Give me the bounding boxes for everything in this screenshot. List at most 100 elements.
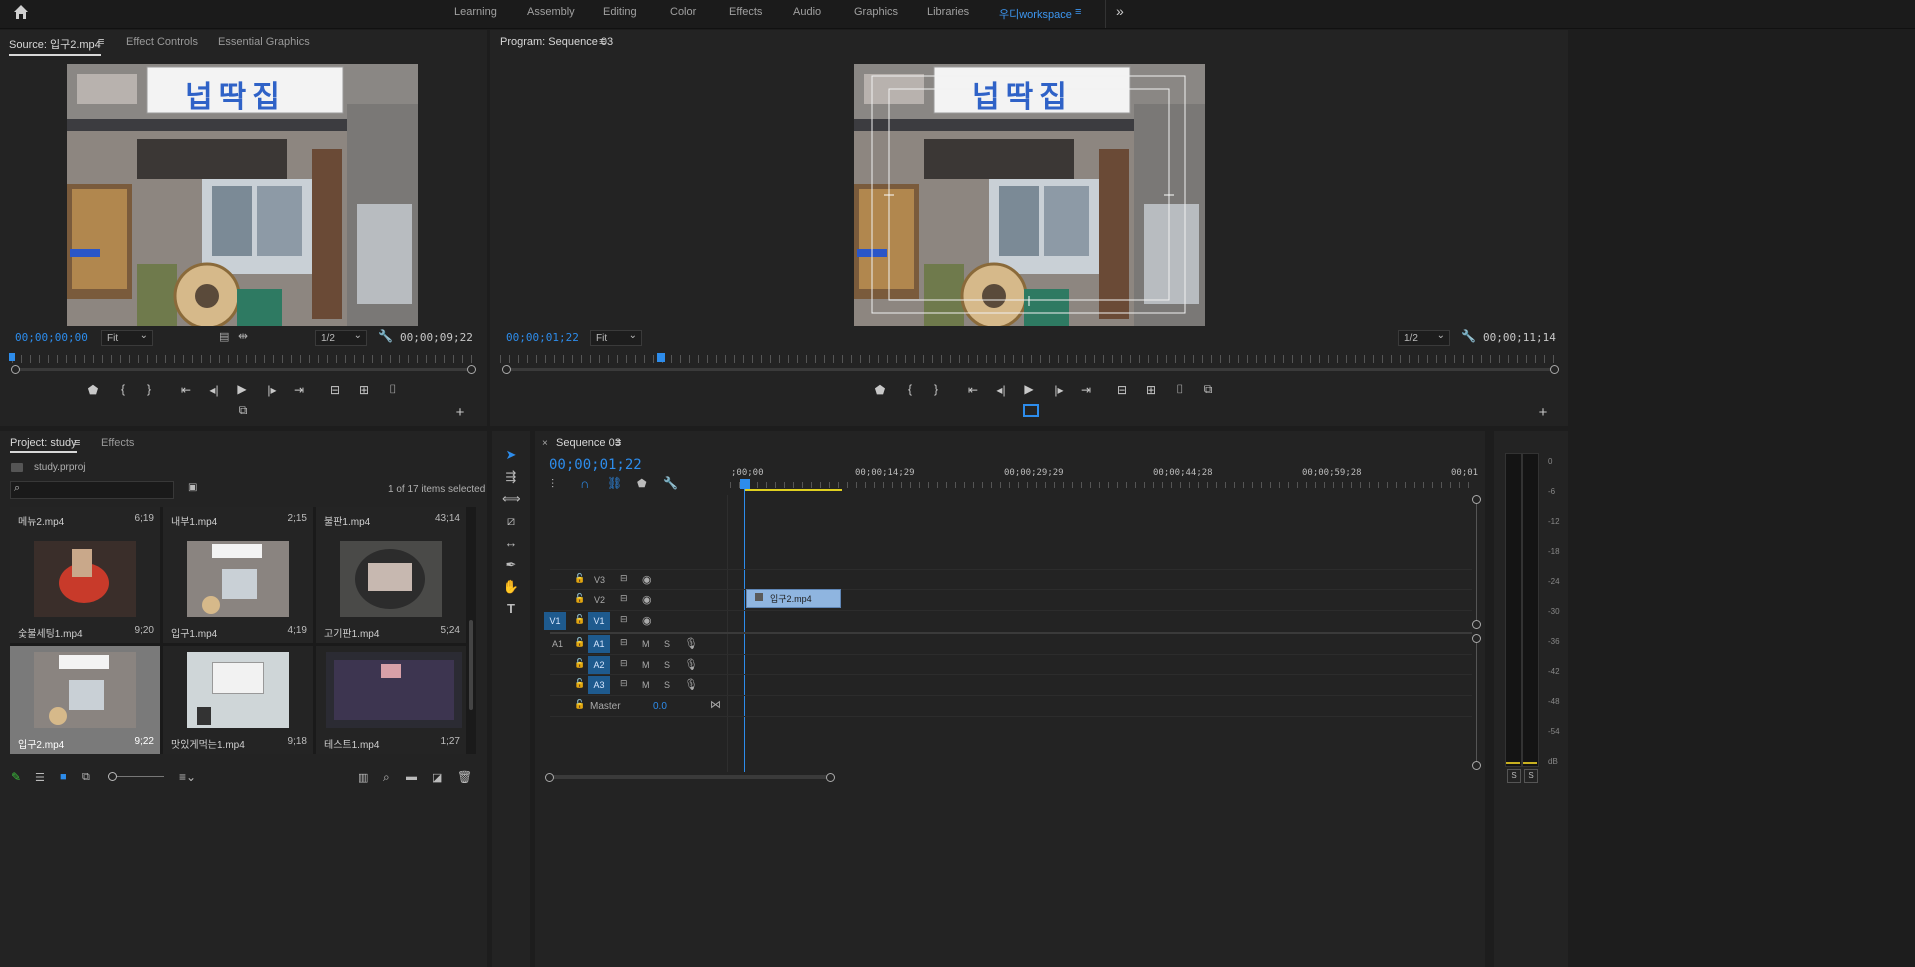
program-monitor-title[interactable]: Program: Sequence 03 [500,36,613,48]
list-item[interactable]: 불판1.mp4 43;14 [316,507,466,535]
program-wrench-icon[interactable]: 🔧 [1461,329,1476,343]
tab-effects[interactable]: Effects [101,437,134,449]
home-icon[interactable] [13,4,29,20]
project-search-input[interactable] [10,481,174,499]
sync-lock-icon[interactable]: ⊟ [620,573,628,584]
lock-icon[interactable]: 🔓 [574,593,585,604]
workspace-tab-color[interactable]: Color [670,6,696,18]
linked-selection-icon[interactable]: ⛓ [607,476,622,490]
safe-margins-icon[interactable] [1023,404,1039,417]
thumbnail-size-slider[interactable] [110,776,164,777]
comparison-icon[interactable]: ⧉ [1200,382,1216,397]
trash-icon[interactable]: 🗑 [457,770,472,784]
source-zoom-dropdown[interactable]: Fit [101,328,153,346]
lock-icon[interactable]: 🔓 [574,637,585,648]
program-mark-in-icon[interactable]: { [902,382,918,396]
solo-button[interactable]: S [664,680,670,690]
freeform-view-icon[interactable]: ⧉ [82,771,90,784]
lock-icon[interactable]: 🔓 [574,678,585,689]
solo-right-button[interactable]: S [1524,769,1538,783]
mark-out-icon[interactable]: } [141,382,157,396]
workspace-tab-learning[interactable]: Learning [454,6,497,18]
tab-essential-graphics[interactable]: Essential Graphics [218,36,310,48]
sync-lock-icon[interactable]: ⊟ [620,614,628,625]
program-step-back-icon[interactable]: ◂| [993,383,1009,397]
source-panel-menu-icon[interactable]: ≡ [98,36,104,48]
solo-left-button[interactable]: S [1507,769,1521,783]
list-item[interactable]: 입구1.mp4 4;19 [163,535,313,643]
timeline-ruler[interactable] [730,482,1470,488]
workspace-tab-libraries[interactable]: Libraries [927,6,969,18]
ripple-edit-tool-icon[interactable]: ⟺ [502,490,521,508]
step-back-icon[interactable]: ◂| [206,383,222,397]
timeline-v-scroll-upper[interactable] [1476,499,1477,624]
track-target-v1[interactable]: V1 [588,612,610,630]
program-zoom-dropdown[interactable]: Fit [590,328,642,346]
list-item[interactable]: 테스트1.mp4 1;27 [316,646,466,754]
close-sequence-icon[interactable]: × [542,438,548,449]
list-item[interactable]: 숯불세팅1.mp4 9;20 [10,535,160,643]
sync-lock-icon[interactable]: ⊟ [620,593,628,604]
workspace-tab-effects[interactable]: Effects [729,6,762,18]
track-target-a3[interactable]: A3 [588,676,610,694]
mute-button[interactable]: M [642,639,650,649]
tab-source[interactable]: Source: 입구2.mp4 [9,36,101,56]
workspace-menu-icon[interactable]: ≡ [1075,6,1081,18]
timeline-clip[interactable]: 입구2.mp4 [746,589,841,608]
more-workspaces-icon[interactable]: » [1116,3,1124,19]
h-scroll-handle[interactable] [545,773,554,782]
mic-icon[interactable]: 🎙 [684,637,698,650]
play-icon[interactable]: ▶ [234,382,250,396]
track-master[interactable]: 🔓 Master 0.0 ⋈ [550,695,1472,717]
program-go-to-in-icon[interactable]: ⇤ [965,383,981,397]
eye-icon[interactable]: ◉ [642,573,652,586]
source-time-ruler[interactable] [12,355,472,363]
workspace-tab-audio[interactable]: Audio [793,6,821,18]
track-v1[interactable]: V1 🔓 V1 ⊟ ◉ [544,610,1472,631]
sync-lock-icon[interactable]: ⊟ [620,637,628,648]
track-v2[interactable]: 🔓 V2 ⊟ ◉ [550,589,1472,610]
pen-tool-icon[interactable]: ✒ [502,556,520,574]
track-select-tool-icon[interactable]: ⇶ [502,468,520,486]
program-button-editor-icon[interactable]: + [1535,404,1551,421]
program-add-marker-icon[interactable]: ⬟ [872,383,888,397]
program-scroll-start-handle[interactable] [502,365,511,374]
list-item[interactable]: 맛있게먹는1.mp4 9;18 [163,646,313,754]
mark-in-icon[interactable]: { [115,382,131,396]
mute-button[interactable]: M [642,660,650,670]
new-bin-icon[interactable]: ▬ [406,771,417,783]
workspace-tab-editing[interactable]: Editing [603,6,637,18]
icon-view-icon[interactable]: ■ [60,771,67,783]
export-frame-icon[interactable]: ⌷ [385,382,401,397]
v-scroll-handle[interactable] [1472,620,1481,629]
list-item[interactable]: 고기판1.mp4 5;24 [316,535,466,643]
h-scroll-handle[interactable] [826,773,835,782]
program-export-frame-icon[interactable]: ⌷ [1172,382,1188,397]
workspace-tab-assembly[interactable]: Assembly [527,6,575,18]
program-mark-out-icon[interactable]: } [928,382,944,396]
lock-icon[interactable]: 🔓 [574,699,585,710]
list-view-icon[interactable]: ☰ [35,771,45,784]
wrench-icon[interactable]: 🔧 [378,329,393,343]
project-panel-menu-icon[interactable]: ≡ [74,437,80,449]
overwrite-icon[interactable]: ⊞ [356,383,372,397]
source-scroll-start-handle[interactable] [11,365,20,374]
slip-tool-icon[interactable]: ↔ [502,534,520,552]
drag-video-icon[interactable]: ▤ [219,330,229,343]
add-marker-timeline-icon[interactable]: ⬟ [637,477,647,490]
track-a3[interactable]: 🔓 A3 ⊟ M S 🎙 [550,674,1472,695]
track-v3[interactable]: 🔓 V3 ⊟ ◉ [550,569,1472,590]
add-marker-icon[interactable]: ⬟ [85,383,101,397]
v-scroll-handle[interactable] [1472,495,1481,504]
type-tool-icon[interactable]: T [502,600,520,618]
program-scroll-end-handle[interactable] [1550,365,1559,374]
track-target-a2[interactable]: A2 [588,656,610,674]
track-a1[interactable]: A1 🔓 A1 ⊟ M S 🎙 [550,634,1472,654]
list-item[interactable]: 내부1.mp4 2;15 [163,507,313,535]
drag-audio-icon[interactable]: ⇹ [238,329,248,343]
list-item[interactable]: 메뉴2.mp4 6;19 [10,507,160,535]
timeline-h-scrollbar[interactable] [550,775,830,779]
lock-icon[interactable]: 🔓 [574,658,585,669]
program-panel-menu-icon[interactable]: ≡ [599,36,605,48]
lock-icon[interactable]: 🔓 [574,573,585,584]
